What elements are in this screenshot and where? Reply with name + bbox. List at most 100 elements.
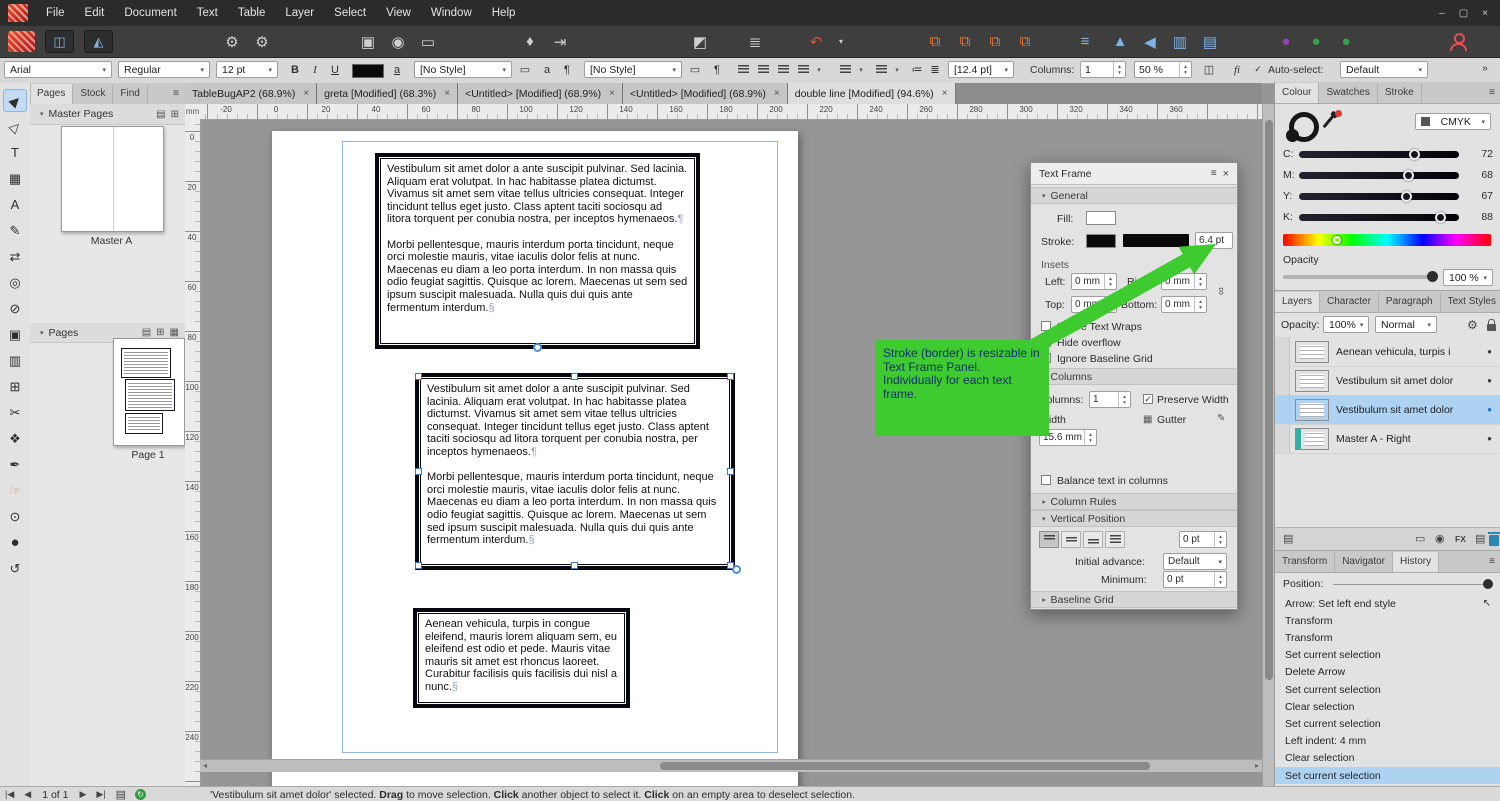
stepper-arrows-icon[interactable]: ▴▾ (1104, 274, 1116, 289)
ellipse-frame-tool-icon[interactable]: ◉ (388, 31, 408, 53)
menu-item-view[interactable]: View (376, 0, 421, 26)
tab-paragraph[interactable]: Paragraph (1379, 292, 1441, 312)
next-page-button[interactable]: ▶ (74, 789, 91, 800)
layer-thumbnail[interactable] (1295, 399, 1329, 421)
zoom-tool[interactable]: ⊙ (3, 505, 27, 528)
colour-sphere[interactable]: ● (3, 531, 27, 554)
cancel-tool[interactable]: ⊘ (3, 297, 27, 320)
selection-handle[interactable] (727, 468, 734, 475)
tab-swatches[interactable]: Swatches (1319, 83, 1377, 103)
layer-thumbnail[interactable] (1295, 428, 1329, 450)
font-style-select[interactable]: Regular ▾ (118, 61, 210, 78)
edit-master-icon[interactable]: ▤ (156, 109, 165, 120)
panel-close-icon[interactable]: × (1223, 168, 1229, 180)
document-tab-1[interactable]: TableBugAP2 (68.9%)× (185, 83, 317, 104)
text-frame-2[interactable]: Vestibulum sit amet dolor a ante suscipi… (415, 373, 735, 570)
paragraph-panel-icon[interactable]: ▭ (686, 61, 704, 78)
history-item[interactable]: Set current selection (1275, 767, 1500, 784)
align-shapes-icon[interactable]: ▲ (1110, 31, 1130, 53)
baseline-grid-section-header[interactable]: ▾ Baseline Grid (1031, 591, 1237, 608)
stroke-style-preview[interactable] (1123, 234, 1189, 247)
text-flow-node[interactable] (732, 565, 741, 574)
tab-pages[interactable]: Pages (30, 84, 73, 104)
master-pages-header[interactable]: ▾ Master Pages ▤⊞ (30, 104, 185, 125)
stroke-width-field[interactable]: 6.4 pt (1195, 232, 1233, 249)
history-position-handle[interactable] (1483, 579, 1493, 589)
highlight-a-icon[interactable]: a (388, 61, 406, 78)
align-dropdown-icon[interactable]: ▾ (812, 61, 822, 78)
panel-menu-icon[interactable]: ≡ (167, 88, 185, 99)
tab-stock[interactable]: Stock (73, 84, 113, 104)
layer-edit-gutter[interactable] (1275, 395, 1290, 424)
menu-item-text[interactable]: Text (187, 0, 228, 26)
close-button[interactable]: × (1482, 8, 1488, 19)
autoselect-check-icon[interactable]: ✓ (1252, 61, 1264, 78)
close-tab-icon[interactable]: × (444, 88, 450, 99)
preserve-width-checkbox[interactable]: ✓ (1143, 394, 1153, 404)
ligatures-icon[interactable]: fi (1228, 61, 1246, 78)
undo-dropdown-icon[interactable]: ▾ (836, 31, 846, 53)
cmyk-slider-track[interactable] (1299, 151, 1459, 158)
layer-visibility-icon[interactable]: ● (1487, 376, 1492, 385)
pages-grid-icon[interactable]: ▦ (170, 327, 179, 338)
typography-a-icon[interactable]: a (538, 61, 556, 78)
layer-visibility-icon[interactable]: ● (1487, 347, 1492, 356)
document-tab-4[interactable]: <Untitled> [Modified] (68.9%)× (623, 83, 788, 104)
opacity-slider[interactable] (1283, 275, 1433, 279)
stepper-arrows-icon[interactable]: ▴▾ (1104, 297, 1116, 312)
preferences-gear-icon[interactable]: ⚙ (222, 31, 242, 53)
page-1-thumbnail[interactable] (113, 338, 185, 446)
adjustment-icon[interactable]: ◉ (1435, 532, 1445, 545)
rotate-reset[interactable]: ↺ (3, 557, 27, 580)
preflight-status-icon[interactable]: ▤ (111, 788, 131, 801)
donut-tool[interactable]: ◎ (3, 271, 27, 294)
move-forward-icon[interactable]: ⧉ (955, 31, 975, 53)
lock-icon[interactable] (1487, 322, 1496, 334)
selection-handle[interactable] (415, 562, 422, 569)
panel-menu-icon[interactable]: ≡ (1483, 556, 1500, 567)
pages-list-icon[interactable]: ▤ (142, 327, 151, 338)
master-page-thumbnail[interactable] (61, 126, 164, 232)
bold-button[interactable]: B (286, 61, 304, 78)
pen-tool[interactable]: ✒ (3, 453, 27, 476)
selection-handle[interactable] (571, 373, 578, 380)
layer-stack-icon[interactable]: ▤ (1283, 532, 1293, 545)
tab-history[interactable]: History (1393, 552, 1439, 572)
font-family-select[interactable]: Arial ▾ (4, 61, 112, 78)
cmyk-slider-handle[interactable] (1435, 212, 1446, 223)
layer-edit-gutter[interactable] (1275, 366, 1290, 395)
inset-bottom-field[interactable]: 0 mm ▴▾ (1161, 296, 1207, 313)
character-style-select[interactable]: [No Style] ▾ (414, 61, 512, 78)
history-position-slider[interactable] (1333, 584, 1489, 585)
account-person-icon[interactable] (1448, 31, 1468, 53)
toolbar-overflow-icon[interactable]: » (1482, 62, 1488, 74)
stepper-arrows-icon[interactable]: ▴▾ (1118, 392, 1130, 407)
valign-justify-button[interactable] (1105, 531, 1125, 548)
minimize-button[interactable]: – (1439, 8, 1445, 19)
minimum-field[interactable]: 0 pt ▴▾ (1163, 571, 1227, 588)
layer-row[interactable]: Aenean vehicula, turpis i● (1275, 337, 1500, 367)
initial-advance-select[interactable]: Default ▾ (1163, 553, 1227, 570)
layer-row[interactable]: Vestibulum sit amet dolor● (1275, 395, 1500, 425)
general-section-header[interactable]: ▾ General (1031, 187, 1237, 204)
tab-character[interactable]: Character (1320, 292, 1379, 312)
cmyk-slider-handle[interactable] (1401, 191, 1412, 202)
zoom-stepper[interactable]: 50 % ▴▾ (1134, 61, 1192, 78)
document-setup-gear-icon[interactable]: ⚙ (252, 31, 272, 53)
align-left-button[interactable] (734, 61, 752, 78)
stepper-arrows-icon[interactable]: ▴▾ (1179, 62, 1191, 77)
stroke-swatch[interactable] (1086, 234, 1116, 248)
align-center-button[interactable] (754, 61, 772, 78)
history-item[interactable]: Delete Arrow (1275, 664, 1500, 681)
layer-row[interactable]: Vestibulum sit amet dolor● (1275, 366, 1500, 396)
bullet-list-button[interactable]: ≔ (908, 61, 926, 78)
eyedropper-icon[interactable] (1327, 114, 1330, 129)
menu-item-window[interactable]: Window (421, 0, 482, 26)
designer-persona-icon[interactable]: ◭ (84, 30, 113, 53)
transform-tool[interactable]: ⇄ (3, 245, 27, 268)
fx-icon[interactable]: FX (1455, 534, 1466, 544)
balance-text-checkbox[interactable] (1041, 475, 1051, 485)
edit-gutter-pencil-icon[interactable]: ✎ (1217, 413, 1225, 424)
selection-handle[interactable] (415, 373, 422, 380)
undo-icon[interactable]: ↶ (806, 31, 826, 53)
